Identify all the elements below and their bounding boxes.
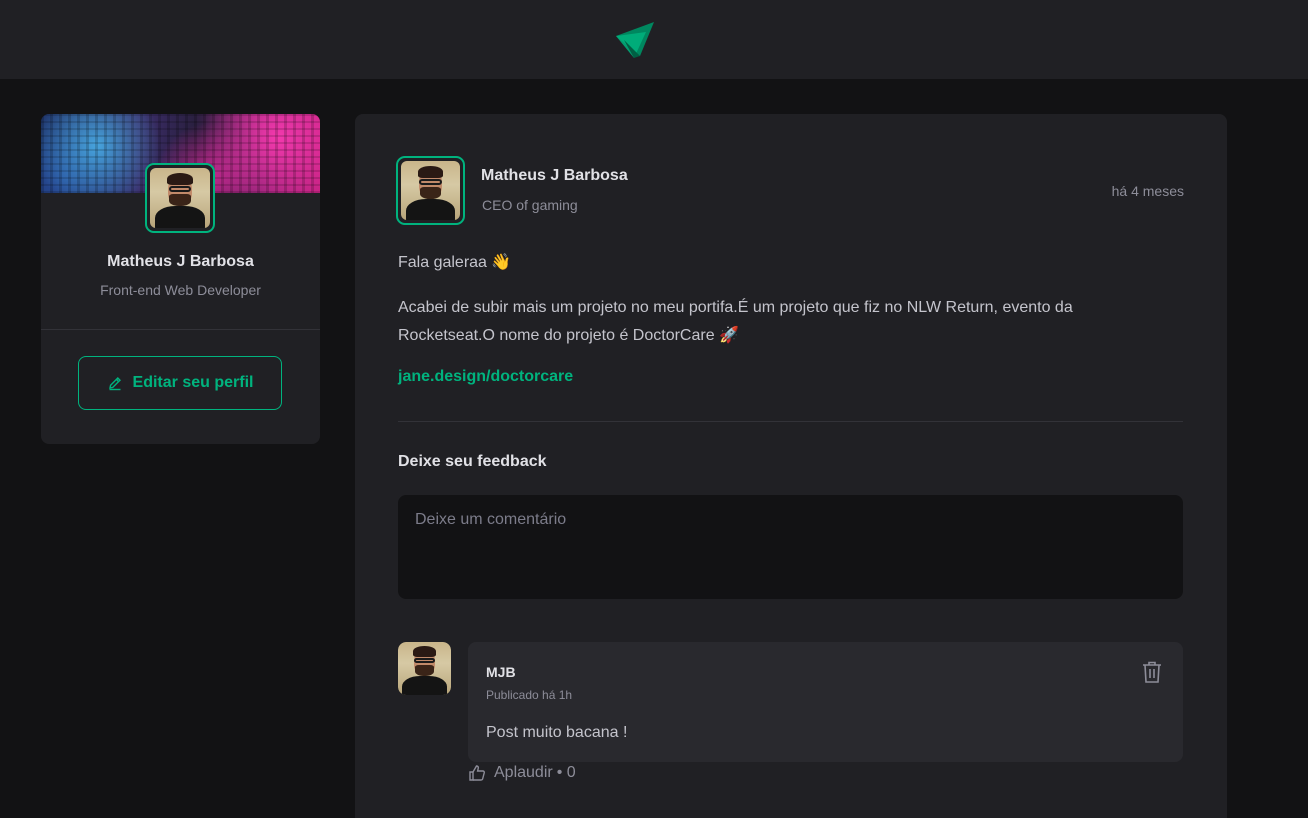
- edit-profile-label: Editar seu perfil: [132, 374, 254, 391]
- post-author-avatar[interactable]: [396, 156, 465, 225]
- comment-box: MJB Publicado há 1h Post muito bacana !: [468, 642, 1183, 762]
- post-divider: [398, 421, 1183, 422]
- avatar-photo: [401, 161, 460, 220]
- post-card: Matheus J Barbosa CEO of gaming há 4 mes…: [355, 114, 1227, 818]
- post-author-name: Matheus J Barbosa: [481, 167, 628, 184]
- profile-avatar[interactable]: [145, 163, 215, 233]
- ignite-logo-icon: [616, 21, 654, 58]
- sidebar-divider: [41, 329, 320, 330]
- thumbs-up-icon: [469, 765, 485, 781]
- applaud-label: Aplaudir: [494, 764, 553, 781]
- trash-icon[interactable]: [1141, 660, 1163, 684]
- comment-author: MJB: [486, 664, 516, 680]
- comment-time: Publicado há 1h: [486, 688, 573, 702]
- applaud-button[interactable]: Aplaudir • 0: [468, 764, 576, 782]
- feedback-title: Deixe seu feedback: [398, 453, 547, 470]
- pencil-icon: [108, 377, 121, 391]
- edit-profile-button[interactable]: Editar seu perfil: [78, 356, 282, 410]
- applaud-count: • 0: [556, 764, 576, 781]
- avatar-photo: [398, 642, 451, 695]
- top-header: [0, 0, 1308, 79]
- post-paragraph: Acabei de subir mais um projeto no meu p…: [398, 299, 1073, 344]
- avatar-photo: [150, 168, 210, 228]
- comment-text: Post muito bacana !: [486, 724, 628, 741]
- post-author-role: CEO of gaming: [482, 197, 578, 213]
- post-paragraph: Fala galeraa 👋: [398, 254, 512, 271]
- comment-author-avatar[interactable]: [398, 642, 451, 695]
- profile-sidebar: Matheus J Barbosa Front-end Web Develope…: [41, 114, 320, 444]
- post-link[interactable]: jane.design/doctorcare: [398, 368, 573, 386]
- profile-name: Matheus J Barbosa: [107, 253, 254, 270]
- post-time: há 4 meses: [1111, 183, 1184, 199]
- comment-input[interactable]: [398, 495, 1183, 599]
- profile-role: Front-end Web Developer: [100, 282, 261, 298]
